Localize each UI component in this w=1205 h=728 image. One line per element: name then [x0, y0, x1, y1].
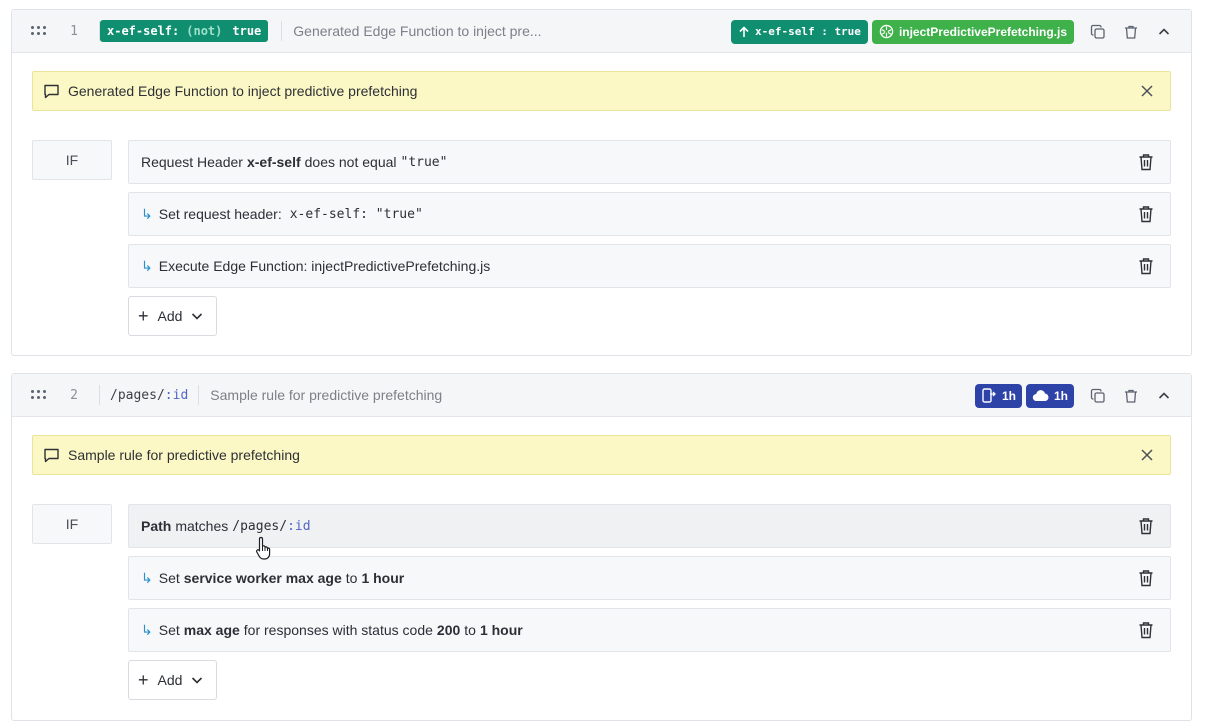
plus-icon: +: [138, 306, 149, 326]
response-header-badge: x-ef-self : true: [730, 19, 868, 44]
delete-icon[interactable]: [1121, 386, 1141, 406]
action-name: max age: [183, 622, 240, 638]
close-icon[interactable]: [1140, 448, 1154, 462]
if-label: IF: [32, 140, 112, 180]
chip-value: true: [232, 24, 262, 38]
rule-path: /pages/:id: [100, 388, 198, 403]
rule-path-variable: :id: [164, 387, 189, 403]
edge-cache-label: 1h: [1053, 388, 1068, 403]
rule-path-text: /pages/: [110, 387, 165, 403]
action-verb: Set: [158, 622, 180, 638]
chevron-down-icon: [192, 313, 203, 320]
action-row[interactable]: ↳ Set max age for responses with status …: [128, 608, 1171, 652]
action-code: x-ef-self: "true": [290, 207, 427, 222]
add-button[interactable]: + Add: [128, 660, 217, 700]
rule-note-text: Sample rule for predictive prefetching: [68, 447, 300, 463]
action-to: to: [345, 570, 358, 586]
action-text: Execute Edge Function: injectPredictiveP…: [158, 258, 491, 274]
condition-subject: Request Header: [141, 154, 243, 170]
sub-arrow-icon: ↳: [141, 569, 153, 586]
condition-row[interactable]: Path matches /pages/:id: [128, 504, 1171, 548]
condition-name: x-ef-self: [246, 154, 301, 170]
rule-header-description: Generated Edge Function to inject pre...: [293, 23, 542, 39]
rule-card-1: 1 x-ef-self: (not) true Generated Edge F…: [11, 9, 1192, 356]
if-label: IF: [32, 504, 112, 544]
sub-arrow-icon: ↳: [141, 205, 153, 222]
rule-header-actions: 1h 1h: [971, 374, 1174, 417]
arrow-up-icon: [739, 25, 749, 37]
collapse-chevron-icon[interactable]: [1154, 386, 1174, 406]
trash-icon[interactable]: [1138, 257, 1154, 275]
trash-icon[interactable]: [1138, 621, 1154, 639]
condition-operator: does not equal: [304, 154, 397, 170]
action-middle: for responses with status code: [243, 622, 433, 638]
drag-handle-icon[interactable]: [31, 389, 49, 401]
edge-function-badge: injectPredictivePrefetching.js: [871, 19, 1074, 44]
trash-icon[interactable]: [1138, 205, 1154, 223]
condition-chip: x-ef-self: (not) true: [100, 20, 269, 42]
rule-header-actions: x-ef-self : true injectPredictivePrefetc…: [727, 10, 1174, 53]
sub-arrow-icon: ↳: [141, 257, 153, 274]
delete-icon[interactable]: [1121, 22, 1141, 42]
hand-cursor-icon: [255, 536, 271, 560]
edge-function-icon: [879, 24, 894, 39]
sub-arrow-icon: ↳: [141, 621, 153, 638]
rule-header-2[interactable]: 2 /pages/:id Sample rule for predictive …: [12, 374, 1191, 417]
rule-number: 2: [70, 387, 78, 403]
action-row[interactable]: ↳ Set request header: x-ef-self: "true": [128, 192, 1171, 236]
rule-header-1[interactable]: 1 x-ef-self: (not) true Generated Edge F…: [12, 10, 1191, 53]
action-value: 1 hour: [479, 622, 523, 638]
rule-card-2: 2 /pages/:id Sample rule for predictive …: [11, 373, 1192, 721]
action-row[interactable]: ↳ Execute Edge Function: injectPredictiv…: [128, 244, 1171, 288]
add-button-label: Add: [157, 672, 183, 688]
condition-subject: Path: [141, 518, 172, 534]
action-value: 1 hour: [361, 570, 405, 586]
response-header-badge-label: x-ef-self : true: [754, 25, 861, 38]
condition-path: /pages/:id: [232, 519, 310, 534]
copy-icon[interactable]: [1088, 22, 1108, 42]
trash-icon[interactable]: [1138, 569, 1154, 587]
device-cache-icon: [982, 388, 996, 403]
add-button[interactable]: + Add: [128, 296, 217, 336]
device-cache-badge: 1h: [974, 383, 1022, 408]
action-code-text: x-ef-self: "true": [289, 206, 423, 222]
action-verb: Set: [158, 570, 180, 586]
edge-cache-badge: 1h: [1025, 383, 1074, 408]
action-status-code: 200: [436, 622, 461, 638]
condition-path-variable: :id: [287, 518, 311, 534]
plus-icon: +: [138, 670, 149, 690]
collapse-chevron-icon[interactable]: [1154, 22, 1174, 42]
trash-icon[interactable]: [1138, 153, 1154, 171]
condition-row[interactable]: Request Header x-ef-self does not equal …: [128, 140, 1171, 184]
action-row[interactable]: ↳ Set service worker max age to 1 hour: [128, 556, 1171, 600]
trash-icon[interactable]: [1138, 517, 1154, 535]
condition-value: "true": [400, 154, 448, 170]
copy-icon[interactable]: [1088, 386, 1108, 406]
comment-icon: [44, 84, 59, 99]
condition-operator: matches: [175, 518, 229, 534]
cloud-icon: [1032, 390, 1049, 402]
comment-icon: [44, 448, 59, 463]
rule-note-text: Generated Edge Function to inject predic…: [68, 83, 418, 99]
action-prefix: Set request header:: [158, 206, 282, 222]
close-icon[interactable]: [1140, 84, 1154, 98]
chip-key: x-ef-self:: [107, 24, 180, 38]
device-cache-label: 1h: [1001, 388, 1016, 403]
rule-note: Generated Edge Function to inject predic…: [32, 71, 1171, 111]
chip-not: (not): [186, 24, 223, 38]
chevron-down-icon: [192, 677, 203, 684]
drag-handle-icon[interactable]: [31, 25, 49, 37]
rule-note: Sample rule for predictive prefetching: [32, 435, 1171, 475]
add-button-label: Add: [157, 308, 183, 324]
action-name: service worker max age: [183, 570, 342, 586]
condition-path-text: /pages/: [232, 518, 288, 534]
action-to: to: [464, 622, 476, 638]
rule-header-description: Sample rule for predictive prefetching: [210, 387, 443, 403]
rule-number: 1: [70, 23, 78, 39]
edge-function-badge-label: injectPredictivePrefetching.js: [898, 24, 1067, 39]
